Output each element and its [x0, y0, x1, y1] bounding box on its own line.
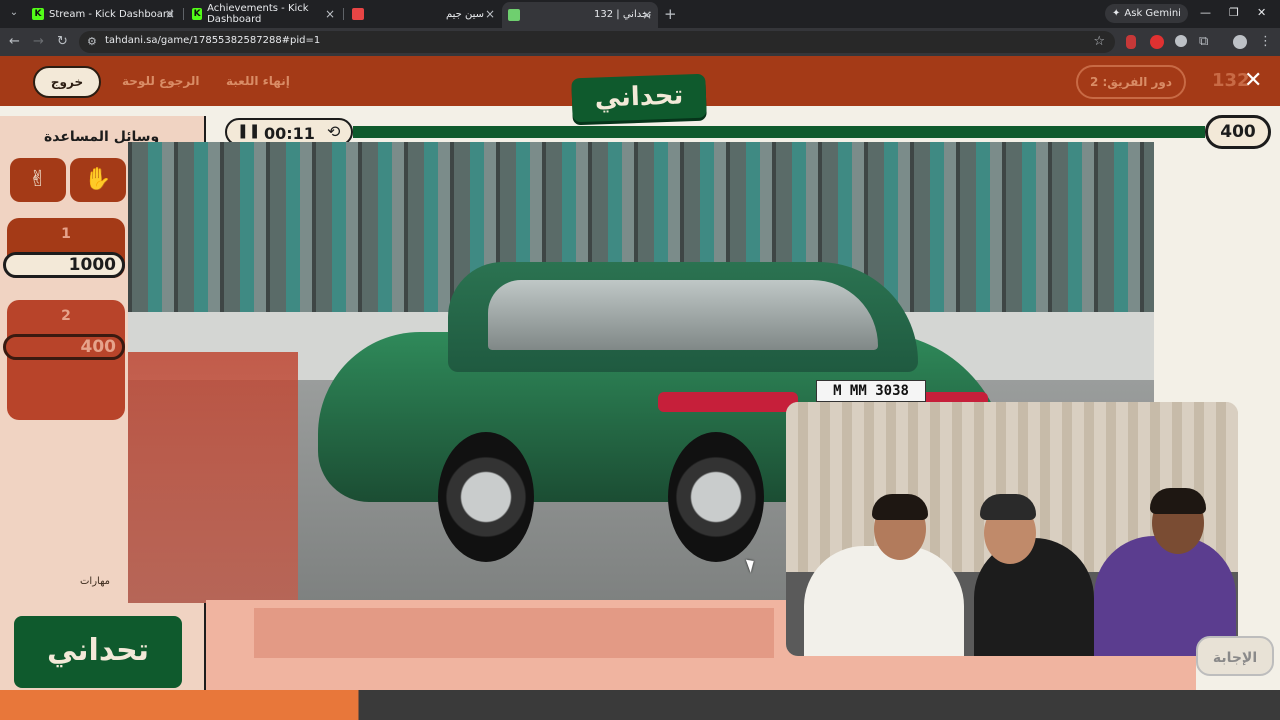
team-name: 2 [61, 308, 71, 324]
browser-toolbar: ← → ↻ ⚙ tahdani.sa/game/17855382587288#p… [0, 28, 1280, 56]
extension-icon[interactable] [1126, 35, 1136, 49]
close-icon[interactable]: × [485, 6, 495, 22]
front-wheel [438, 432, 534, 562]
peace-hand-icon[interactable]: ✌ [10, 158, 66, 202]
glitch-overlay [254, 608, 774, 658]
tab-seen-jeem[interactable]: سين جيم × [346, 4, 501, 24]
extensions-puzzle-icon[interactable]: ⧉ [1199, 34, 1208, 49]
tab-search-menu-icon[interactable]: ⌄ [6, 5, 22, 21]
back-icon[interactable]: ← [9, 34, 20, 49]
team-score: 1000 [3, 252, 125, 278]
reload-icon[interactable]: ↻ [57, 34, 68, 49]
person-cap [980, 494, 1036, 520]
tahdani-logo-bottom: تحداني [14, 616, 182, 688]
tahdani-logo: تحداني [571, 73, 707, 123]
person-hair [1150, 488, 1206, 514]
game-icon [352, 8, 364, 20]
close-icon[interactable]: ✕ [1244, 70, 1262, 92]
profile-avatar[interactable] [1233, 35, 1247, 49]
reset-timer-icon[interactable]: ⟲ [327, 122, 340, 141]
url-text[interactable]: tahdani.sa/game/17855382587288#pid=1 [105, 35, 320, 46]
raised-hand-icon[interactable]: ✋ [70, 158, 126, 202]
game-page: خروج الرجوع للوحة إنهاء اللعبة دور الفري… [0, 56, 1280, 720]
person-hair [872, 494, 928, 520]
tab-separator [183, 8, 184, 20]
address-bar[interactable]: ⚙ tahdani.sa/game/17855382587288#pid=1 ☆ [79, 31, 1115, 53]
forward-icon[interactable]: → [33, 34, 44, 49]
team-score: 400 [3, 334, 125, 360]
minimize-icon[interactable]: — [1200, 6, 1211, 19]
browser-tab-bar: ⌄ K Stream - Kick Dashboard × K Achievem… [0, 0, 1280, 28]
rear-wheel [668, 432, 764, 562]
tab-separator [343, 8, 344, 20]
gemini-icon: ✦ [1112, 8, 1121, 19]
taillight [658, 392, 798, 412]
tab-achievements[interactable]: K Achievements - Kick Dashboard × [186, 3, 341, 25]
team-turn-badge: دور الفريق: 2 [1076, 65, 1186, 99]
person-left [804, 546, 964, 656]
close-icon[interactable]: × [165, 6, 175, 22]
show-answer-button[interactable]: الإجابة [1196, 636, 1274, 676]
points-badge: 400 [1205, 115, 1271, 149]
site-info-icon[interactable]: ⚙ [87, 35, 97, 48]
ask-gemini-button[interactable]: ✦ Ask Gemini [1105, 4, 1188, 23]
ask-gemini-label: Ask Gemini [1124, 8, 1181, 19]
tab-stream[interactable]: K Stream - Kick Dashboard × [26, 4, 181, 24]
menu-kebab-icon[interactable]: ⋮ [1259, 34, 1272, 49]
team-card-2: 2 [7, 300, 125, 420]
progress-track [353, 126, 1205, 138]
tab-title: Achievements - Kick Dashboard [207, 3, 309, 25]
maximize-icon[interactable]: ❐ [1229, 6, 1239, 19]
end-game-link[interactable]: إنهاء اللعبة [226, 74, 290, 88]
tab-title: سين جيم [446, 8, 485, 20]
bookmark-star-icon[interactable]: ☆ [1093, 34, 1105, 49]
extension-icon[interactable] [1175, 35, 1187, 47]
extension-icon[interactable] [1150, 35, 1164, 49]
kick-icon: K [32, 8, 44, 20]
footer-band [0, 690, 1280, 720]
license-plate: M MM 3038 [816, 380, 926, 402]
new-tab-button[interactable]: + [664, 5, 677, 23]
glitch-overlay [128, 352, 298, 603]
car-window [488, 280, 878, 350]
pause-icon[interactable]: ❚❚ [237, 123, 260, 139]
kick-icon: K [192, 8, 203, 20]
back-to-board-link[interactable]: الرجوع للوحة [122, 74, 199, 88]
close-icon[interactable]: × [642, 7, 652, 23]
team-name: 1 [61, 226, 71, 242]
tab-title: Stream - Kick Dashboard [49, 8, 174, 20]
skills-label: مهارات [80, 576, 111, 587]
close-window-icon[interactable]: ✕ [1257, 6, 1266, 19]
timer-text: 00:11 [264, 124, 315, 143]
chat-icon [508, 9, 520, 21]
exit-button[interactable]: خروج [33, 66, 101, 98]
close-icon[interactable]: × [325, 6, 335, 22]
webcam-overlay [786, 402, 1238, 656]
tab-tahdani[interactable]: 132 | تحداني × [502, 2, 658, 28]
